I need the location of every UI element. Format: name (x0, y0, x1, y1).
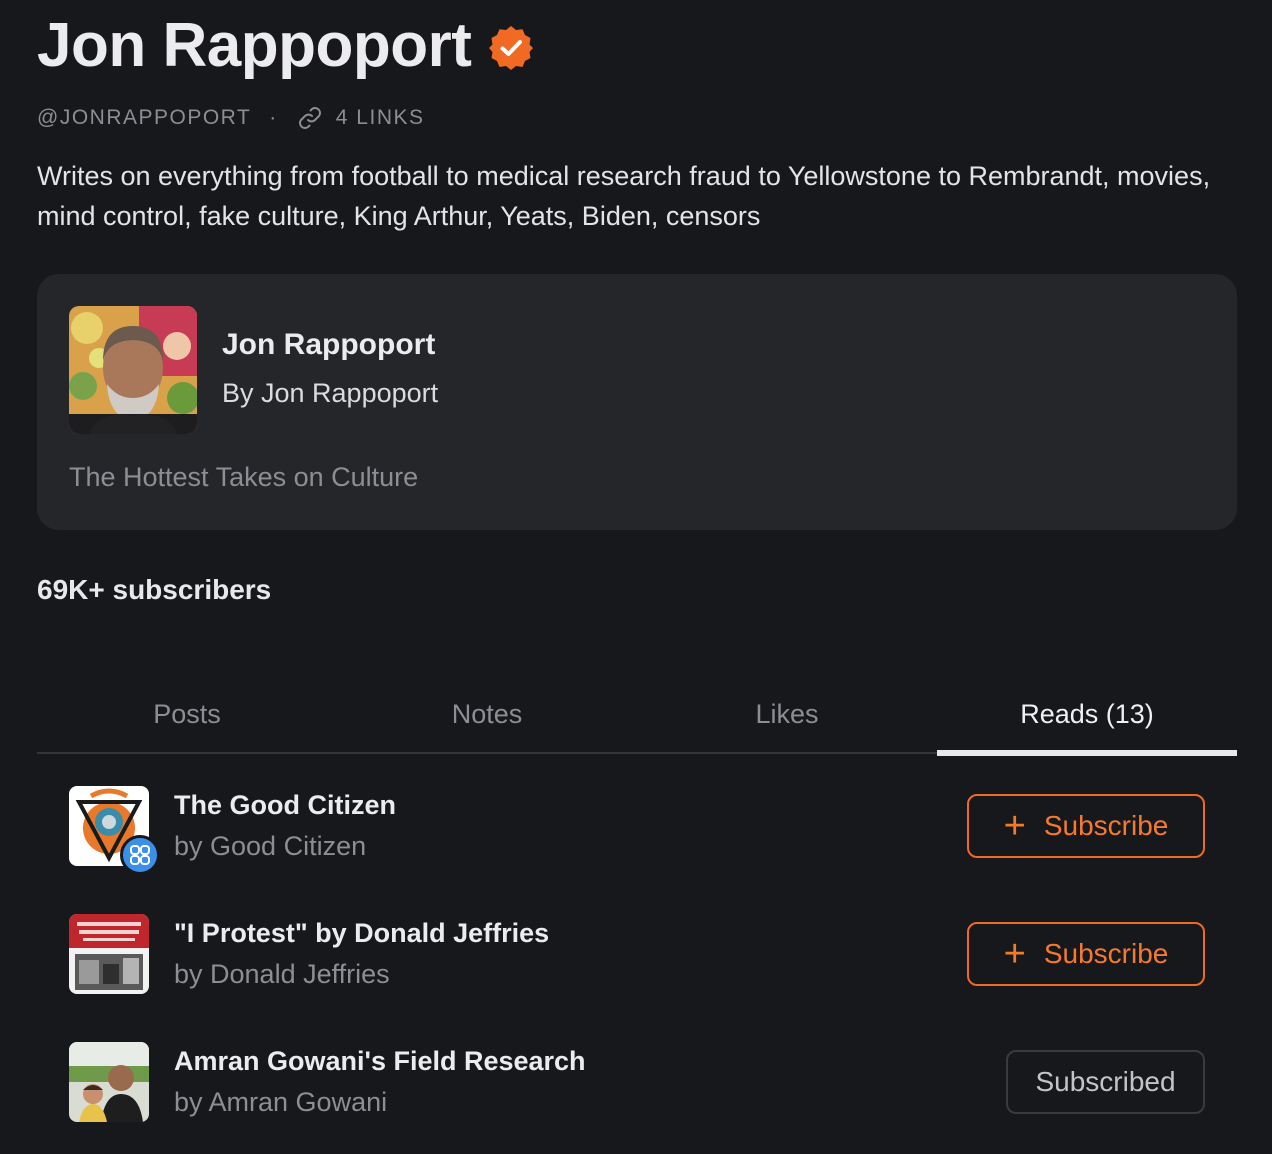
profile-meta: @JONRAPPOPORT · 4 LINKS (37, 104, 425, 132)
subscribe-label: Subscribe (1043, 810, 1169, 841)
tab-posts[interactable]: Posts (37, 686, 337, 752)
subscriber-count[interactable]: 69K+ subscribers (37, 574, 271, 606)
publication-avatar (69, 306, 197, 434)
plus-icon: + (1003, 933, 1026, 975)
subscribe-label: Subscribe (1043, 938, 1169, 969)
profile-tabs: Posts Notes Likes Reads (13) (37, 686, 1237, 756)
read-title[interactable]: Amran Gowani's Field Research (174, 1046, 586, 1077)
tab-reads[interactable]: Reads (13) (937, 686, 1237, 756)
profile-bio: Writes on everything from football to me… (37, 161, 1211, 231)
read-author: by Amran Gowani (174, 1087, 388, 1117)
publication-thumbnail (69, 1042, 149, 1122)
plus-icon: + (1003, 805, 1026, 847)
meta-separator: · (269, 106, 278, 129)
link-icon[interactable] (296, 104, 324, 132)
tab-notes[interactable]: Notes (337, 686, 637, 752)
grid-badge-icon (120, 835, 160, 875)
read-author: by Donald Jeffries (174, 959, 390, 989)
subscribe-button[interactable]: + Subscribe (967, 794, 1205, 858)
publication-thumbnail (69, 914, 149, 994)
profile-header: Jon Rappoport (37, 10, 535, 82)
tab-likes[interactable]: Likes (637, 686, 937, 752)
list-item[interactable]: Amran Gowani's Field Research by Amran G… (69, 1042, 1205, 1124)
verified-check-icon (489, 26, 534, 70)
subscribed-button[interactable]: Subscribed (1006, 1050, 1205, 1114)
publication-title[interactable]: Jon Rappoport (222, 328, 435, 362)
read-title[interactable]: "I Protest" by Donald Jeffries (174, 918, 549, 949)
profile-name: Jon Rappoport (37, 11, 472, 80)
read-author: by Good Citizen (174, 831, 367, 861)
profile-handle[interactable]: @JONRAPPOPORT (37, 104, 251, 132)
list-item[interactable]: The Good Citizen by Good Citizen + Subsc… (69, 786, 1205, 875)
publication-tagline: The Hottest Takes on Culture (69, 462, 419, 492)
links-count[interactable]: 4 LINKS (336, 104, 425, 132)
read-title[interactable]: The Good Citizen (174, 790, 396, 821)
list-item[interactable]: "I Protest" by Donald Jeffries by Donald… (69, 914, 1205, 996)
publication-card[interactable]: Jon Rappoport By Jon Rappoport The Hotte… (37, 274, 1237, 530)
publication-author: By Jon Rappoport (222, 378, 439, 408)
subscribe-button[interactable]: + Subscribe (967, 922, 1205, 986)
